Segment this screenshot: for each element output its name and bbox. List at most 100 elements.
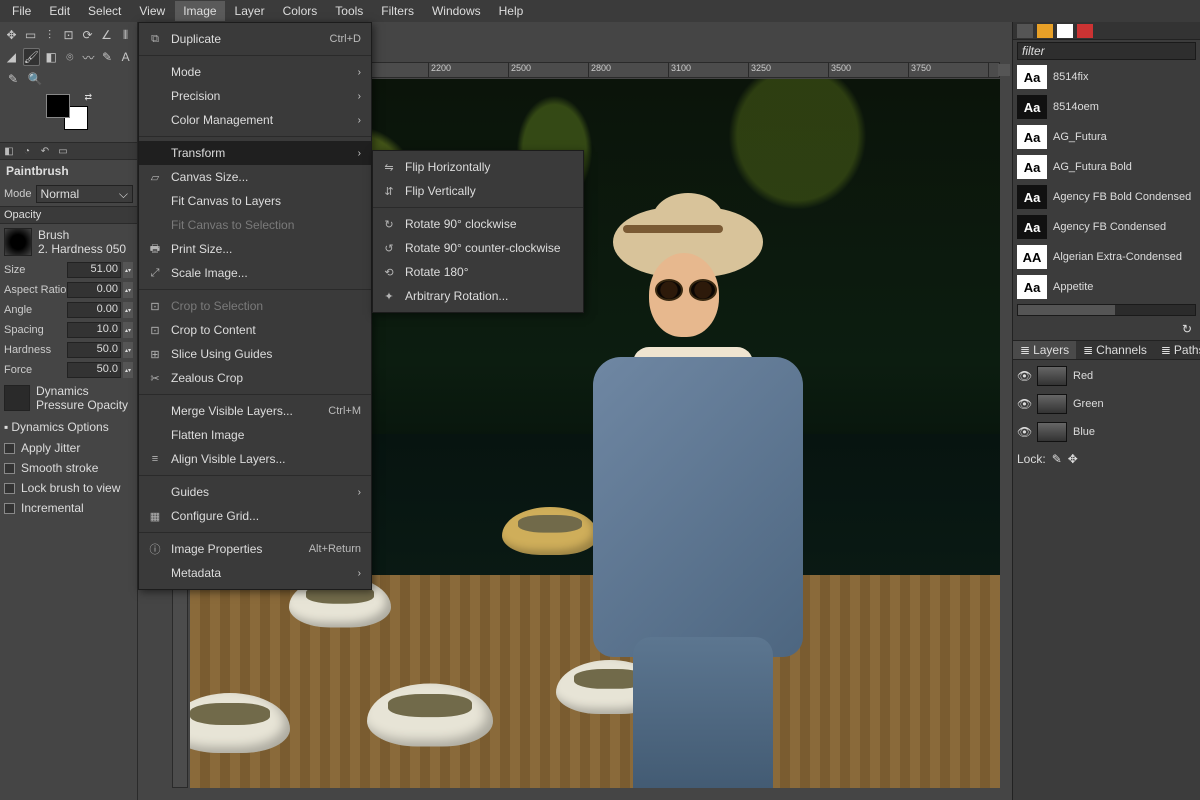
menu-item-flip-vertically[interactable]: ⇵Flip Vertically bbox=[373, 179, 583, 203]
rotate-tool[interactable]: ⟳ bbox=[80, 26, 95, 44]
font-item[interactable]: Aa8514oem bbox=[1013, 92, 1200, 122]
menu-item-crop-to-content[interactable]: ⊡Crop to Content bbox=[139, 318, 371, 342]
menu-item-zealous-crop[interactable]: ✂Zealous Crop bbox=[139, 366, 371, 390]
lock-brush-icon[interactable]: ✎ bbox=[1052, 452, 1062, 466]
menu-item-scale-image-[interactable]: ⤢Scale Image... bbox=[139, 261, 371, 285]
swap-colors-icon[interactable]: ⇄ bbox=[84, 92, 92, 103]
dynamics-options-expander[interactable]: ▪ Dynamics Options bbox=[0, 416, 137, 438]
picker-tool[interactable]: ✎ bbox=[4, 70, 22, 88]
menu-item-flip-horizontally[interactable]: ⇋Flip Horizontally bbox=[373, 155, 583, 179]
brush-thumbnail[interactable] bbox=[4, 228, 32, 256]
path-tool[interactable]: ✎ bbox=[100, 48, 115, 66]
number-input[interactable]: 50.0 bbox=[67, 342, 121, 358]
check-incremental[interactable]: Incremental bbox=[0, 498, 137, 518]
font-item[interactable]: AAAlgerian Extra-Condensed bbox=[1013, 242, 1200, 272]
bucket-tool[interactable]: ◢ bbox=[4, 48, 19, 66]
font-scrollbar[interactable] bbox=[1017, 304, 1196, 316]
color-swatches[interactable]: ⇄ bbox=[42, 92, 92, 132]
menu-image[interactable]: Image bbox=[175, 1, 224, 21]
tab-paths[interactable]: ≣Paths bbox=[1154, 341, 1200, 359]
menu-windows[interactable]: Windows bbox=[424, 1, 489, 21]
menu-item-merge-visible-layers-[interactable]: Merge Visible Layers...Ctrl+M bbox=[139, 399, 371, 423]
spinner[interactable]: ▴▾ bbox=[123, 362, 133, 378]
menu-item-configure-grid-[interactable]: ▦Configure Grid... bbox=[139, 504, 371, 528]
spinner[interactable]: ▴▾ bbox=[123, 342, 133, 358]
number-input[interactable]: 10.0 bbox=[67, 322, 121, 338]
menu-item-mode[interactable]: Mode› bbox=[139, 60, 371, 84]
undo-tab-icon[interactable]: ↶ bbox=[38, 144, 52, 158]
visibility-eye-icon[interactable]: 👁 bbox=[1017, 397, 1031, 411]
fg-color-swatch[interactable] bbox=[46, 94, 70, 118]
number-input[interactable]: 0.00 bbox=[67, 302, 121, 318]
menu-item-duplicate[interactable]: ⧉DuplicateCtrl+D bbox=[139, 27, 371, 51]
font-item[interactable]: AaAG_Futura bbox=[1013, 122, 1200, 152]
menu-item-metadata[interactable]: Metadata› bbox=[139, 561, 371, 585]
menu-item-canvas-size-[interactable]: ▱Canvas Size... bbox=[139, 165, 371, 189]
tab-layers[interactable]: ≣Layers bbox=[1013, 341, 1076, 359]
text-tool[interactable]: A bbox=[118, 48, 133, 66]
move-tool[interactable]: ✥ bbox=[4, 26, 19, 44]
dock-tab-icon[interactable] bbox=[1037, 24, 1053, 38]
menu-item-fit-canvas-to-layers[interactable]: Fit Canvas to Layers bbox=[139, 189, 371, 213]
number-input[interactable]: 51.00 bbox=[67, 262, 121, 278]
font-item[interactable]: AaAppetite bbox=[1013, 272, 1200, 302]
check-apply-jitter[interactable]: Apply Jitter bbox=[0, 438, 137, 458]
tool-options-tab-icon[interactable]: ◧ bbox=[2, 144, 16, 158]
lock-position-icon[interactable]: ✥ bbox=[1068, 452, 1078, 466]
crop-tool[interactable]: ⊡ bbox=[61, 26, 76, 44]
menu-item-rotate-counter-clockwise[interactable]: ↺Rotate 90° counter-clockwise bbox=[373, 236, 583, 260]
menu-item-print-size-[interactable]: 🖶Print Size... bbox=[139, 237, 371, 261]
measure-tool[interactable]: ∠ bbox=[99, 26, 114, 44]
menu-colors[interactable]: Colors bbox=[275, 1, 326, 21]
menu-item-precision[interactable]: Precision› bbox=[139, 84, 371, 108]
dock-tab-icon[interactable] bbox=[1077, 24, 1093, 38]
spinner[interactable]: ▴▾ bbox=[123, 302, 133, 318]
menu-item-guides[interactable]: Guides› bbox=[139, 480, 371, 504]
visibility-eye-icon[interactable]: 👁 bbox=[1017, 425, 1031, 439]
spinner[interactable]: ▴▾ bbox=[123, 262, 133, 278]
menu-layer[interactable]: Layer bbox=[227, 1, 273, 21]
align-tool[interactable]: ⫴ bbox=[118, 26, 133, 44]
tab-channels[interactable]: ≣Channels bbox=[1076, 341, 1154, 359]
menu-item-align-visible-layers-[interactable]: ≡Align Visible Layers... bbox=[139, 447, 371, 471]
menu-item-transform[interactable]: Transform› bbox=[139, 141, 371, 165]
smudge-tool[interactable]: 〰 bbox=[81, 48, 96, 66]
menu-select[interactable]: Select bbox=[80, 1, 129, 21]
number-input[interactable]: 0.00 bbox=[67, 282, 121, 298]
spinner[interactable]: ▴▾ bbox=[123, 282, 133, 298]
channel-row[interactable]: 👁Green bbox=[1013, 390, 1200, 418]
menu-filters[interactable]: Filters bbox=[373, 1, 422, 21]
dynamics-thumbnail[interactable] bbox=[4, 385, 30, 411]
check-lock-brush-to-view[interactable]: Lock brush to view bbox=[0, 478, 137, 498]
menu-item-rotate-clockwise[interactable]: ↻Rotate 90° clockwise bbox=[373, 212, 583, 236]
spinner[interactable]: ▴▾ bbox=[123, 322, 133, 338]
menu-item-flatten-image[interactable]: Flatten Image bbox=[139, 423, 371, 447]
visibility-eye-icon[interactable]: 👁 bbox=[1017, 369, 1031, 383]
menu-item-slice-using-guides[interactable]: ⊞Slice Using Guides bbox=[139, 342, 371, 366]
dock-tab-icon[interactable] bbox=[1017, 24, 1033, 38]
check-smooth-stroke[interactable]: Smooth stroke bbox=[0, 458, 137, 478]
menu-item-arbitrary-rotation-[interactable]: ✦Arbitrary Rotation... bbox=[373, 284, 583, 308]
menu-tools[interactable]: Tools bbox=[327, 1, 371, 21]
number-input[interactable]: 50.0 bbox=[67, 362, 121, 378]
menu-item-color-management[interactable]: Color Management› bbox=[139, 108, 371, 132]
channel-row[interactable]: 👁Red bbox=[1013, 362, 1200, 390]
zoom-tool[interactable]: 🔍 bbox=[26, 70, 44, 88]
menu-item-rotate-[interactable]: ⟲Rotate 180° bbox=[373, 260, 583, 284]
quick-mask-icon[interactable] bbox=[998, 64, 1010, 76]
font-item[interactable]: Aa8514fix bbox=[1013, 62, 1200, 92]
font-item[interactable]: AaAgency FB Condensed bbox=[1013, 212, 1200, 242]
font-item[interactable]: AaAgency FB Bold Condensed bbox=[1013, 182, 1200, 212]
menu-item-image-properties[interactable]: ⓘImage PropertiesAlt+Return bbox=[139, 537, 371, 561]
refresh-icon[interactable]: ↻ bbox=[1182, 322, 1192, 336]
fonts-tab-icon[interactable] bbox=[1057, 24, 1073, 38]
font-item[interactable]: AaAG_Futura Bold bbox=[1013, 152, 1200, 182]
menu-file[interactable]: File bbox=[4, 1, 39, 21]
clone-tool[interactable]: ⌾ bbox=[62, 48, 77, 66]
free-select-tool[interactable]: ⫶ bbox=[42, 26, 57, 44]
mode-select[interactable]: Normal ⌵ bbox=[36, 185, 133, 203]
eraser-tool[interactable]: ◧ bbox=[44, 48, 59, 66]
menu-edit[interactable]: Edit bbox=[41, 1, 78, 21]
menu-view[interactable]: View bbox=[131, 1, 173, 21]
rect-select-tool[interactable]: ▭ bbox=[23, 26, 38, 44]
